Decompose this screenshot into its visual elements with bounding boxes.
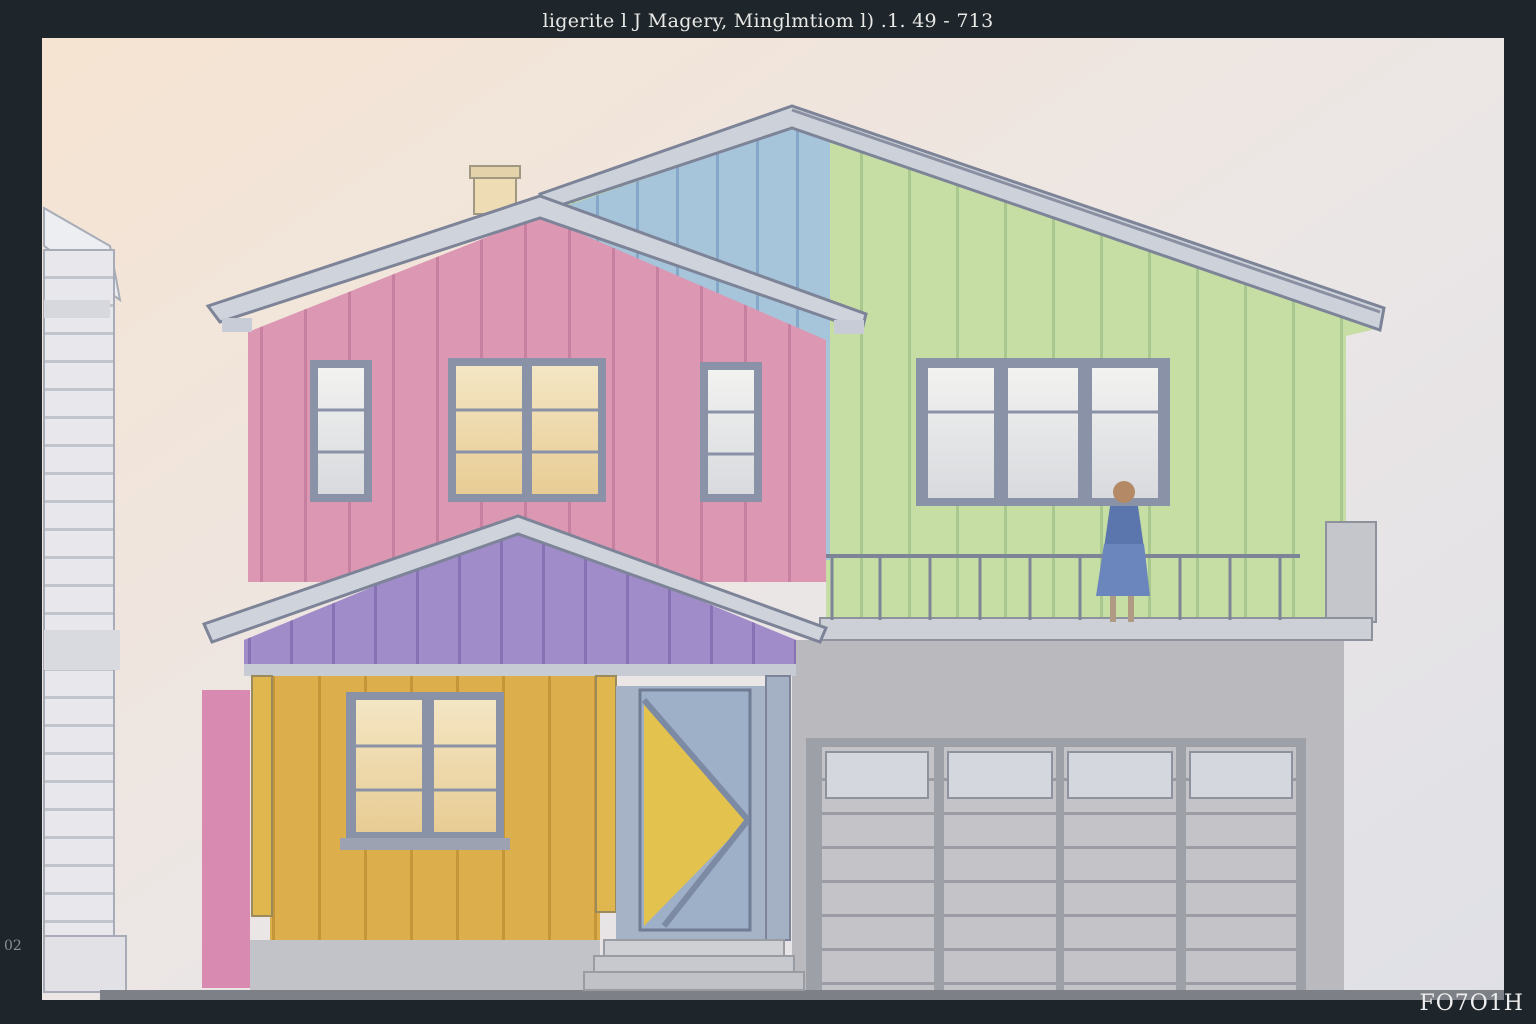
pink-lower-wall — [202, 690, 250, 988]
upper-window-left — [310, 360, 372, 502]
house-painting — [42, 38, 1504, 1000]
ground-window — [340, 692, 510, 850]
upper-window-right — [700, 362, 762, 502]
garage — [792, 640, 1344, 990]
neighbor-building — [43, 206, 127, 993]
edge-mark: 02 — [4, 938, 22, 954]
street — [100, 990, 1504, 1000]
front-door — [616, 675, 791, 941]
corner-label: FO7O1H — [1419, 991, 1524, 1016]
artwork-frame: ligerite l J Magery, Minglmtiom l) .1. 4… — [0, 0, 1536, 1024]
front-steps — [583, 939, 805, 991]
upper-window-center — [448, 358, 606, 502]
upper-window-green — [916, 358, 1170, 506]
